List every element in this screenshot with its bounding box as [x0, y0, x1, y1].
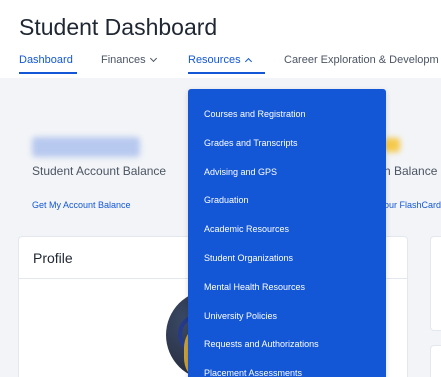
chevron-up-icon	[244, 57, 252, 66]
account-balance-label: Student Account Balance	[32, 164, 167, 178]
menu-item-requests-authorizations[interactable]: Requests and Authorizations	[188, 330, 386, 359]
menu-item-academic-resources[interactable]: Academic Resources	[188, 215, 386, 244]
account-balance-amount-redacted	[32, 137, 140, 157]
open-tab-underline	[188, 72, 265, 74]
get-account-balance-link[interactable]: Get My Account Balance	[32, 200, 131, 210]
flashcard-link[interactable]: our FlashCard	[384, 200, 441, 210]
chevron-down-icon	[149, 54, 157, 63]
nav-tab-career-label: Career Exploration & Developm	[284, 54, 439, 66]
nav-tab-dashboard-label: Dashboard	[19, 54, 73, 66]
menu-item-courses-registration[interactable]: Courses and Registration	[188, 100, 386, 129]
profile-title: Profile	[33, 250, 73, 266]
menu-item-graduation[interactable]: Graduation	[188, 186, 386, 215]
nav-tab-finances[interactable]: Finances	[101, 54, 157, 66]
active-tab-underline	[19, 72, 77, 74]
resources-dropdown-menu: Courses and Registration Grades and Tran…	[188, 89, 386, 377]
menu-item-advising-gps[interactable]: Advising and GPS	[188, 158, 386, 187]
menu-item-student-organizations[interactable]: Student Organizations	[188, 244, 386, 273]
right-side-card-2	[430, 345, 441, 377]
page-title: Student Dashboard	[19, 14, 218, 40]
menu-item-grades-transcripts[interactable]: Grades and Transcripts	[188, 129, 386, 158]
right-side-card	[430, 236, 441, 331]
flashcard-balance-label: h Balance	[384, 164, 438, 178]
flashcard-balance-amount-redacted	[384, 138, 400, 152]
nav-tab-finances-label: Finances	[101, 54, 146, 66]
nav-tab-resources[interactable]: Resources	[188, 54, 252, 66]
menu-item-university-policies[interactable]: University Policies	[188, 302, 386, 331]
menu-item-placement-assessments[interactable]: Placement Assessments	[188, 359, 386, 377]
nav-tab-resources-label: Resources	[188, 54, 241, 66]
nav-tab-dashboard[interactable]: Dashboard	[19, 54, 73, 66]
nav-tab-career-exploration[interactable]: Career Exploration & Developm	[284, 54, 439, 66]
menu-item-mental-health-resources[interactable]: Mental Health Resources	[188, 273, 386, 302]
